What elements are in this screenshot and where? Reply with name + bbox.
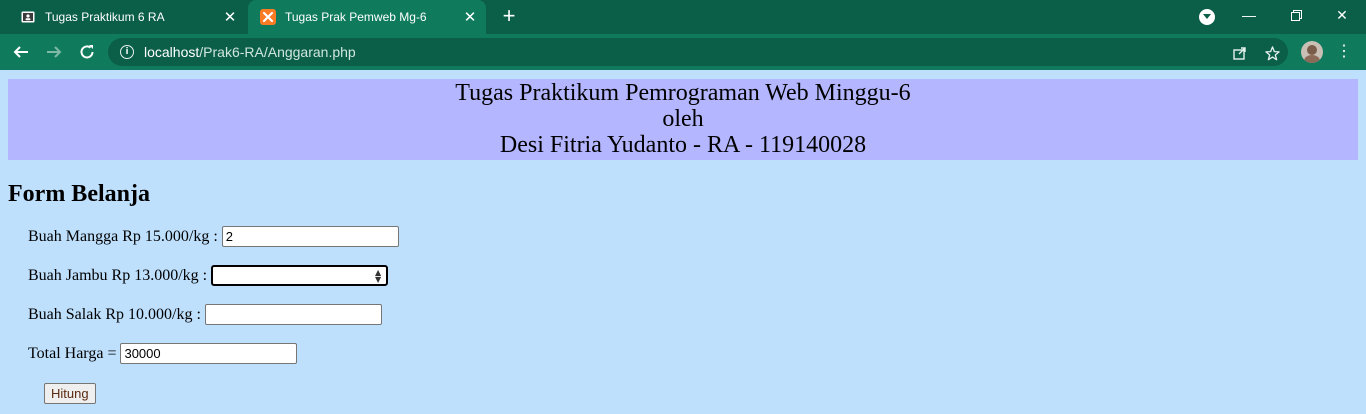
xampp-favicon-icon <box>260 9 276 25</box>
close-tab-icon[interactable]: ✕ <box>220 7 240 27</box>
tab-strip: Tugas Praktikum 6 RA ✕ Tugas Prak Pemweb… <box>0 0 1366 34</box>
forward-arrow-icon[interactable] <box>41 39 67 65</box>
minimize-icon[interactable]: — <box>1226 0 1272 30</box>
back-arrow-icon[interactable] <box>8 39 34 65</box>
bookmark-star-icon[interactable] <box>1263 44 1281 62</box>
banner-author: Desi Fitria Yudanto - RA - 119140028 <box>499 132 867 158</box>
address-bar[interactable]: i localhost/Prak6-RA/Anggaran.php <box>108 38 1288 66</box>
tab-title: Tugas Praktikum 6 RA <box>45 10 165 24</box>
header-banner: Tugas Praktikum Pemrograman Web Minggu-6… <box>8 79 1358 160</box>
url-text: localhost/Prak6-RA/Anggaran.php <box>144 44 356 60</box>
mangga-label: Buah Mangga Rp 15.000/kg : <box>28 227 218 245</box>
tab-tugas-prak-pemweb[interactable]: Tugas Prak Pemweb Mg-6 ✕ <box>248 0 486 34</box>
jambu-number-input[interactable]: ▲ ▼ <box>211 265 389 286</box>
kebab-menu-icon[interactable]: ⋮ <box>1336 41 1352 63</box>
tab-title: Tugas Prak Pemweb Mg-6 <box>285 10 427 24</box>
close-window-icon[interactable]: ✕ <box>1319 0 1365 30</box>
salak-input[interactable] <box>204 304 382 325</box>
close-tab-icon[interactable]: ✕ <box>460 7 480 27</box>
total-label: Total Harga = <box>28 344 117 362</box>
reload-icon[interactable] <box>74 39 100 65</box>
mangga-row: Buah Mangga Rp 15.000/kg : <box>28 226 399 247</box>
jambu-row: Buah Jambu Rp 13.000/kg : ▲ ▼ <box>28 265 389 286</box>
banner-title: Tugas Praktikum Pemrograman Web Minggu-6 <box>455 80 911 106</box>
site-info-icon[interactable]: i <box>120 45 134 59</box>
tab-tugas-praktikum[interactable]: Tugas Praktikum 6 RA ✕ <box>8 0 246 34</box>
spinner-arrows-icon[interactable]: ▲ ▼ <box>375 269 381 284</box>
tab-search-icon[interactable] <box>1199 9 1215 25</box>
total-input[interactable] <box>120 343 298 364</box>
classroom-favicon-icon <box>20 9 36 25</box>
restore-icon[interactable] <box>1273 0 1319 30</box>
banner-oleh: oleh <box>662 106 704 132</box>
salak-row: Buah Salak Rp 10.000/kg : <box>28 304 382 325</box>
form-title: Form Belanja <box>8 181 150 207</box>
jambu-label: Buah Jambu Rp 13.000/kg : <box>28 266 208 284</box>
new-tab-icon[interactable]: + <box>497 5 521 29</box>
profile-avatar[interactable] <box>1301 41 1323 63</box>
salak-label: Buah Salak Rp 10.000/kg : <box>28 305 201 323</box>
page-content: Tugas Praktikum Pemrograman Web Minggu-6… <box>0 70 1366 414</box>
total-row: Total Harga = <box>28 343 298 364</box>
share-icon[interactable] <box>1231 44 1249 62</box>
hitung-button[interactable]: Hitung <box>44 383 96 404</box>
mangga-input[interactable] <box>221 226 399 247</box>
